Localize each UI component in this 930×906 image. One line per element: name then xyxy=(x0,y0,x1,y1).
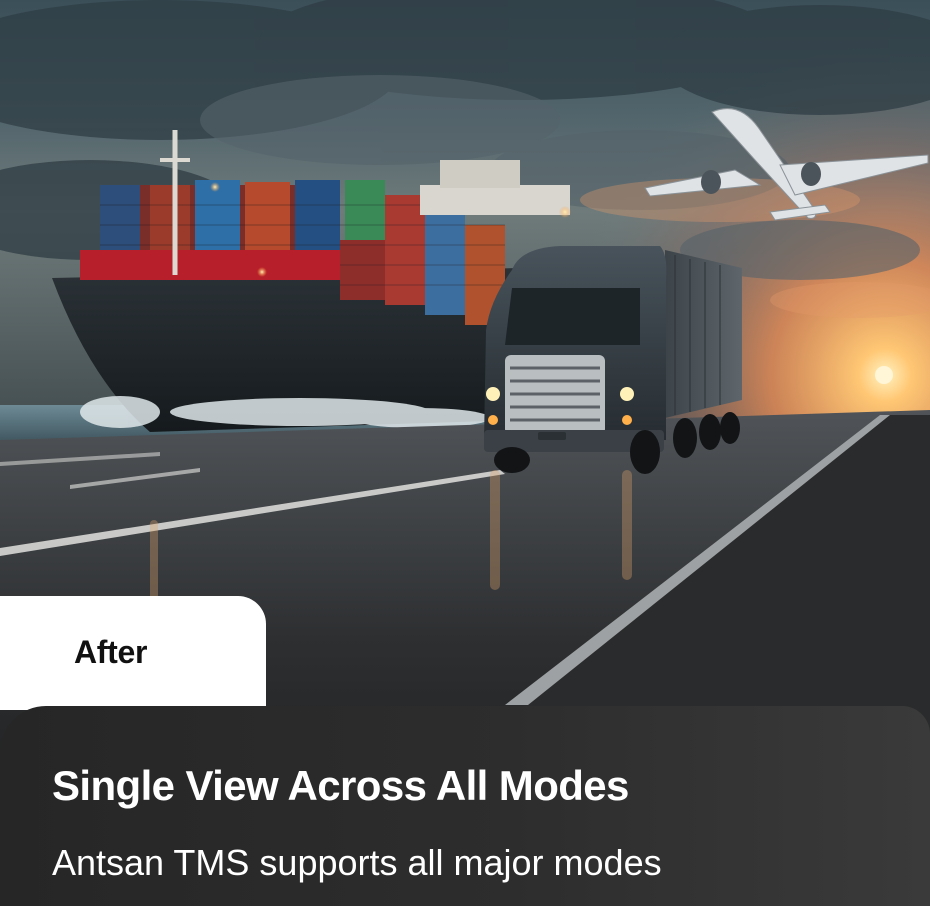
card-body: Antsan TMS supports all major modes xyxy=(52,842,662,883)
card-title: Single View Across All Modes xyxy=(52,762,629,809)
after-label: After xyxy=(74,634,148,670)
truck-plate xyxy=(538,432,566,440)
